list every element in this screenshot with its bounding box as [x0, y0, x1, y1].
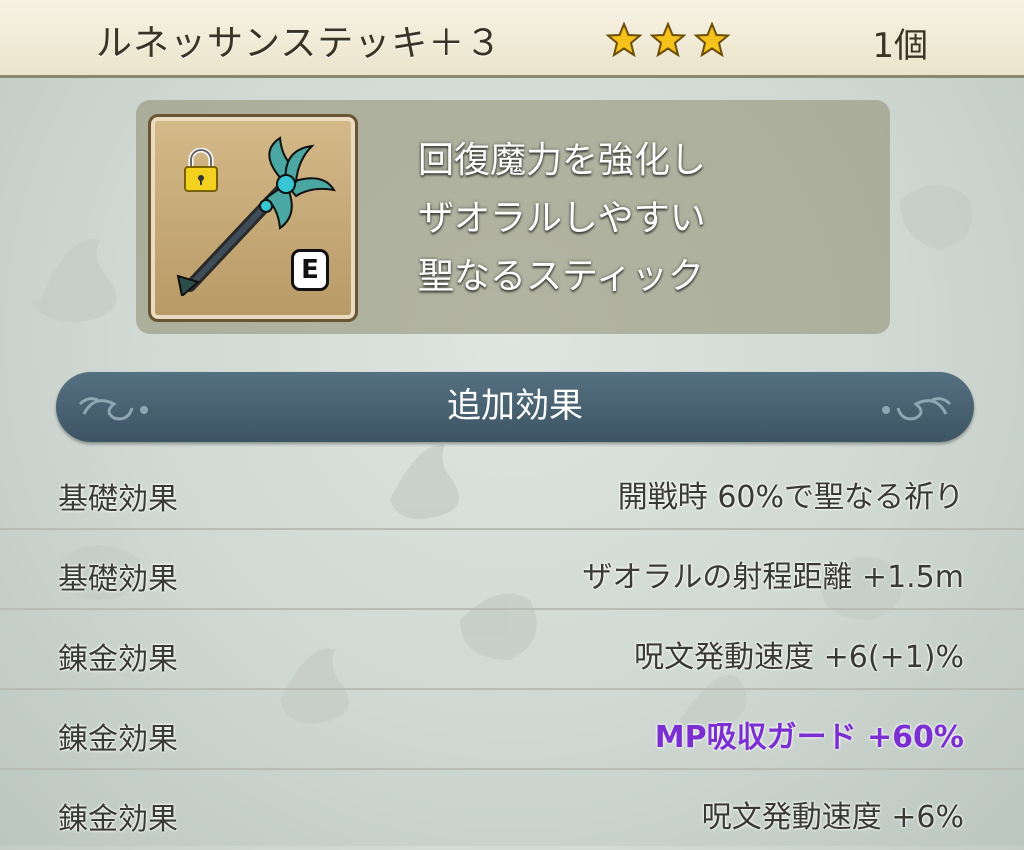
- effects-list: 基礎効果 開戦時 60%で聖なる祈り 基礎効果 ザオラルの射程距離 +1.5m …: [0, 450, 1024, 850]
- item-name: ルネッサンステッキ＋３: [96, 23, 503, 64]
- star-icon: [606, 22, 642, 58]
- effect-type-label: 基礎効果: [58, 562, 178, 597]
- effect-row: 基礎効果 ザオラルの射程距離 +1.5m: [0, 530, 1024, 610]
- effect-type-label: 錬金効果: [58, 722, 178, 757]
- item-header: ルネッサンステッキ＋３ 1個: [0, 0, 1024, 78]
- effect-row: 錬金効果 MP吸収ガード +60%: [0, 690, 1024, 770]
- effect-value: ザオラルの射程距離 +1.5m: [582, 560, 964, 595]
- grade-badge: E: [294, 252, 326, 288]
- effect-type-label: 錬金効果: [58, 802, 178, 837]
- effect-row: 錬金効果 呪文発動速度 +6(+1)%: [0, 610, 1024, 690]
- rarity-stars: [606, 22, 730, 58]
- description-line: 聖なるスティック: [418, 256, 704, 297]
- effect-value-special: MP吸収ガード +60%: [654, 720, 964, 755]
- effect-type-label: 錬金効果: [58, 642, 178, 677]
- description-line: ザオラルしやすい: [418, 198, 706, 239]
- effect-row: 基礎効果 開戦時 60%で聖なる祈り: [0, 450, 1024, 530]
- effect-row: 錬金効果 呪文発動速度 +6%: [0, 770, 1024, 850]
- flourish-right-icon: [882, 397, 952, 421]
- description-line: 回復魔力を強化し: [418, 140, 707, 181]
- effect-value: 開戦時 60%で聖なる祈り: [617, 480, 964, 515]
- item-description: 回復魔力を強化し ザオラルしやすい 聖なるスティック: [418, 132, 706, 306]
- lock-icon: [184, 148, 218, 192]
- star-icon: [650, 22, 686, 58]
- effects-section-banner: 追加効果: [56, 372, 974, 442]
- effect-value: 呪文発動速度 +6(+1)%: [634, 640, 964, 675]
- effect-value: 呪文発動速度 +6%: [701, 800, 964, 835]
- section-title: 追加効果: [447, 386, 583, 426]
- star-icon: [694, 22, 730, 58]
- effect-type-label: 基礎効果: [58, 482, 178, 517]
- item-quantity: 1個: [872, 26, 928, 66]
